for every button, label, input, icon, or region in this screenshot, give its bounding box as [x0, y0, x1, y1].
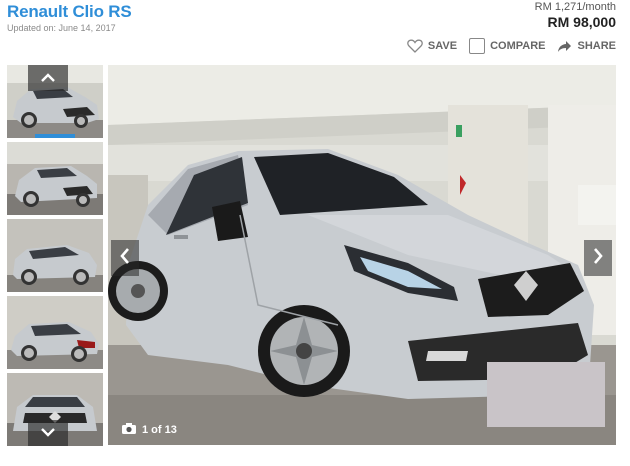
monthly-payment: RM 1,271/month	[534, 1, 616, 13]
active-thumb-indicator	[35, 134, 75, 138]
next-photo-button[interactable]	[584, 240, 612, 276]
share-arrow-icon	[557, 40, 572, 53]
photo-counter: 1 of 13	[122, 423, 177, 437]
chevron-up-icon	[41, 69, 55, 87]
share-label: SHARE	[577, 40, 616, 52]
compare-label: COMPARE	[490, 40, 546, 52]
thumbnail-scroll-down-button[interactable]	[28, 420, 68, 446]
thumbnail-3[interactable]	[7, 219, 103, 292]
save-label: SAVE	[427, 40, 458, 52]
listing-price: RM 98,000	[547, 14, 616, 30]
action-bar: SAVE COMPARE SHARE	[407, 38, 616, 54]
photo-counter-text: 1 of 13	[142, 424, 177, 436]
thumbnail-strip	[7, 65, 103, 450]
updated-date: Updated on: June 14, 2017	[7, 23, 116, 33]
share-button[interactable]: SHARE	[557, 40, 616, 53]
license-plate-mask	[487, 362, 605, 427]
thumbnail-4[interactable]	[7, 296, 103, 369]
camera-icon	[122, 423, 136, 437]
checkbox-icon[interactable]	[469, 38, 486, 54]
heart-outline-icon	[407, 39, 423, 53]
save-button[interactable]: SAVE	[407, 39, 457, 53]
chevron-left-icon	[120, 247, 130, 269]
thumbnail-scroll-up-button[interactable]	[28, 65, 68, 91]
listing-title: Renault Clio RS	[7, 2, 132, 21]
compare-button[interactable]: COMPARE	[469, 38, 545, 54]
prev-photo-button[interactable]	[111, 240, 139, 276]
thumbnail-2[interactable]	[7, 142, 103, 215]
chevron-down-icon	[41, 424, 55, 442]
chevron-right-icon	[593, 247, 603, 269]
